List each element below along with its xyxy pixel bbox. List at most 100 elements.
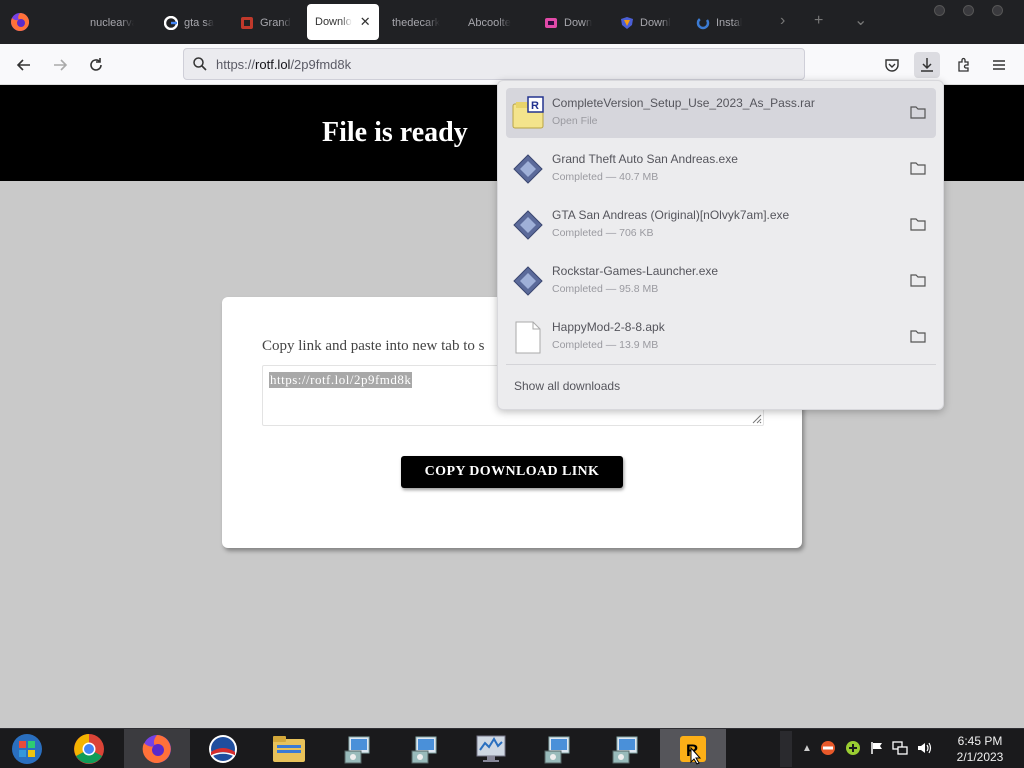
chrome-icon: [74, 734, 104, 764]
tab-abcoolte[interactable]: Abcoolte: [460, 6, 532, 40]
reload-icon: [90, 58, 102, 71]
resize-grip-icon[interactable]: [750, 412, 762, 424]
download-filename: Rockstar-Games-Launcher.exe: [552, 264, 719, 278]
firefox-icon[interactable]: [10, 12, 30, 32]
network-tray-icon[interactable]: [891, 739, 909, 757]
tab-nuclearva[interactable]: nuclearva: [62, 6, 142, 40]
close-tab-icon[interactable]: ✕: [360, 14, 371, 30]
tab-label: Downl: [640, 17, 671, 29]
instruction-text: Copy link and paste into new tab to s: [262, 338, 485, 354]
taskbar-scroll[interactable]: [780, 731, 792, 767]
installer-icon: [411, 736, 437, 764]
list-all-tabs-icon[interactable]: ⌄: [854, 10, 867, 30]
page-title: File is ready: [322, 117, 468, 148]
copy-download-link-button[interactable]: COPY DOWNLOAD LINK: [401, 456, 623, 488]
clock-time: 6:45 PM: [957, 734, 1003, 748]
selected-link-text: https://rotf.lol/2p9fmd8k: [269, 372, 413, 388]
taskbar-firefox[interactable]: [124, 729, 190, 768]
firefox-icon: [142, 735, 171, 763]
tab-gta-sa[interactable]: gta sa: [156, 6, 226, 40]
download-item[interactable]: R CompleteVersion_Setup_Use_2023_As_Pass…: [506, 88, 936, 138]
open-folder-icon[interactable]: [910, 217, 926, 231]
rar-archive-icon: R: [512, 96, 544, 129]
tab-label: Downlo: [315, 16, 352, 28]
url-text: https://rotf.lol/2p9fmd8k: [216, 57, 351, 72]
svg-text:R: R: [531, 100, 539, 112]
open-folder-icon[interactable]: [910, 273, 926, 287]
flag-icon: [871, 742, 882, 754]
taskbar-installer-1[interactable]: [324, 729, 390, 768]
taskbar-resource-monitor[interactable]: [458, 729, 524, 768]
menu-button[interactable]: [986, 52, 1012, 78]
google-icon: [164, 16, 178, 30]
taskbar: R ▲ 6:45 PM 2/1/2023: [0, 728, 1024, 768]
volume-tray-icon[interactable]: [915, 739, 933, 757]
shield-site-icon: [621, 17, 633, 29]
update-tray-icon[interactable]: [844, 739, 862, 757]
open-folder-icon[interactable]: [910, 105, 926, 119]
maximize-window-button[interactable]: [963, 5, 974, 16]
download-item[interactable]: Rockstar-Games-Launcher.exe Completed — …: [506, 256, 936, 306]
installer-icon: [344, 736, 370, 764]
download-filename: GTA San Andreas (Original)[nOlvyk7am].ex…: [552, 208, 790, 222]
reload-button[interactable]: [83, 52, 109, 78]
installer-icon: [612, 736, 638, 764]
tab-download-active[interactable]: Downlo ✕: [307, 4, 379, 40]
exe-file-icon: [513, 210, 543, 240]
tab-downl[interactable]: Downl: [612, 6, 684, 40]
exe-file-icon: [513, 154, 543, 184]
show-hidden-icons-arrow[interactable]: ▲: [798, 739, 816, 757]
tab-strip: nuclearva gta sa Grand Downlo ✕ thedecar…: [0, 0, 1024, 44]
tab-thedecark[interactable]: thedecark: [384, 6, 456, 40]
download-item[interactable]: Grand Theft Auto San Andreas.exe Complet…: [506, 144, 936, 194]
search-icon: [193, 57, 207, 71]
action-center-flag-icon[interactable]: [868, 739, 886, 757]
start-orb-icon: [12, 734, 42, 764]
tab-label: Down: [564, 17, 593, 29]
taskbar-file-explorer[interactable]: [256, 729, 322, 768]
download-filename: CompleteVersion_Setup_Use_2023_As_Pass.r…: [552, 96, 815, 110]
download-item[interactable]: HappyMod-2-8-8.apk Completed — 13.9 MB: [506, 312, 936, 362]
taskbar-installer-4[interactable]: [592, 729, 658, 768]
taskbar-installer-2[interactable]: [391, 729, 457, 768]
file-explorer-icon: [273, 736, 305, 762]
download-filename: HappyMod-2-8-8.apk: [552, 320, 665, 334]
download-site-icon: [545, 18, 557, 28]
forward-button[interactable]: [47, 52, 73, 78]
download-item[interactable]: GTA San Andreas (Original)[nOlvyk7am].ex…: [506, 200, 936, 250]
tab-label: gta sa: [184, 17, 214, 29]
tab-label: Grand: [260, 17, 291, 29]
nav-toolbar: https://rotf.lol/2p9fmd8k: [0, 44, 1024, 85]
address-bar[interactable]: https://rotf.lol/2p9fmd8k: [183, 48, 805, 80]
taskbar-rockstar[interactable]: R: [660, 729, 726, 768]
show-all-downloads-link[interactable]: Show all downloads: [514, 379, 620, 393]
taskbar-obama-app[interactable]: [190, 729, 256, 768]
scroll-tabs-right-icon[interactable]: ›: [780, 12, 785, 30]
tab-instal[interactable]: Instal: [688, 6, 760, 40]
security-shield-tray-icon[interactable]: [819, 739, 837, 757]
taskbar-installer-3[interactable]: [524, 729, 590, 768]
tab-label: Instal: [716, 17, 743, 29]
open-folder-icon[interactable]: [910, 329, 926, 343]
download-arrow-icon: [921, 58, 933, 72]
pocket-icon: [885, 59, 899, 72]
open-folder-icon[interactable]: [910, 161, 926, 175]
installer-icon: [544, 736, 570, 764]
close-window-button[interactable]: [992, 5, 1003, 16]
url-path: /2p9fmd8k: [290, 56, 352, 72]
network-icon: [892, 741, 908, 755]
system-clock[interactable]: 6:45 PM 2/1/2023: [944, 733, 1016, 765]
pocket-button[interactable]: [879, 52, 905, 78]
download-status: Completed — 95.8 MB: [552, 283, 659, 295]
tab-label: Abcoolte: [468, 17, 511, 29]
start-button[interactable]: [0, 729, 54, 768]
minimize-window-button[interactable]: [934, 5, 945, 16]
exe-file-icon: [513, 266, 543, 296]
tab-down[interactable]: Down: [536, 6, 608, 40]
downloads-button[interactable]: [914, 52, 940, 78]
tab-grand[interactable]: Grand: [232, 6, 302, 40]
new-tab-icon[interactable]: +: [814, 12, 823, 30]
taskbar-chrome[interactable]: [56, 729, 122, 768]
back-button[interactable]: [11, 52, 37, 78]
extensions-button[interactable]: [951, 52, 977, 78]
